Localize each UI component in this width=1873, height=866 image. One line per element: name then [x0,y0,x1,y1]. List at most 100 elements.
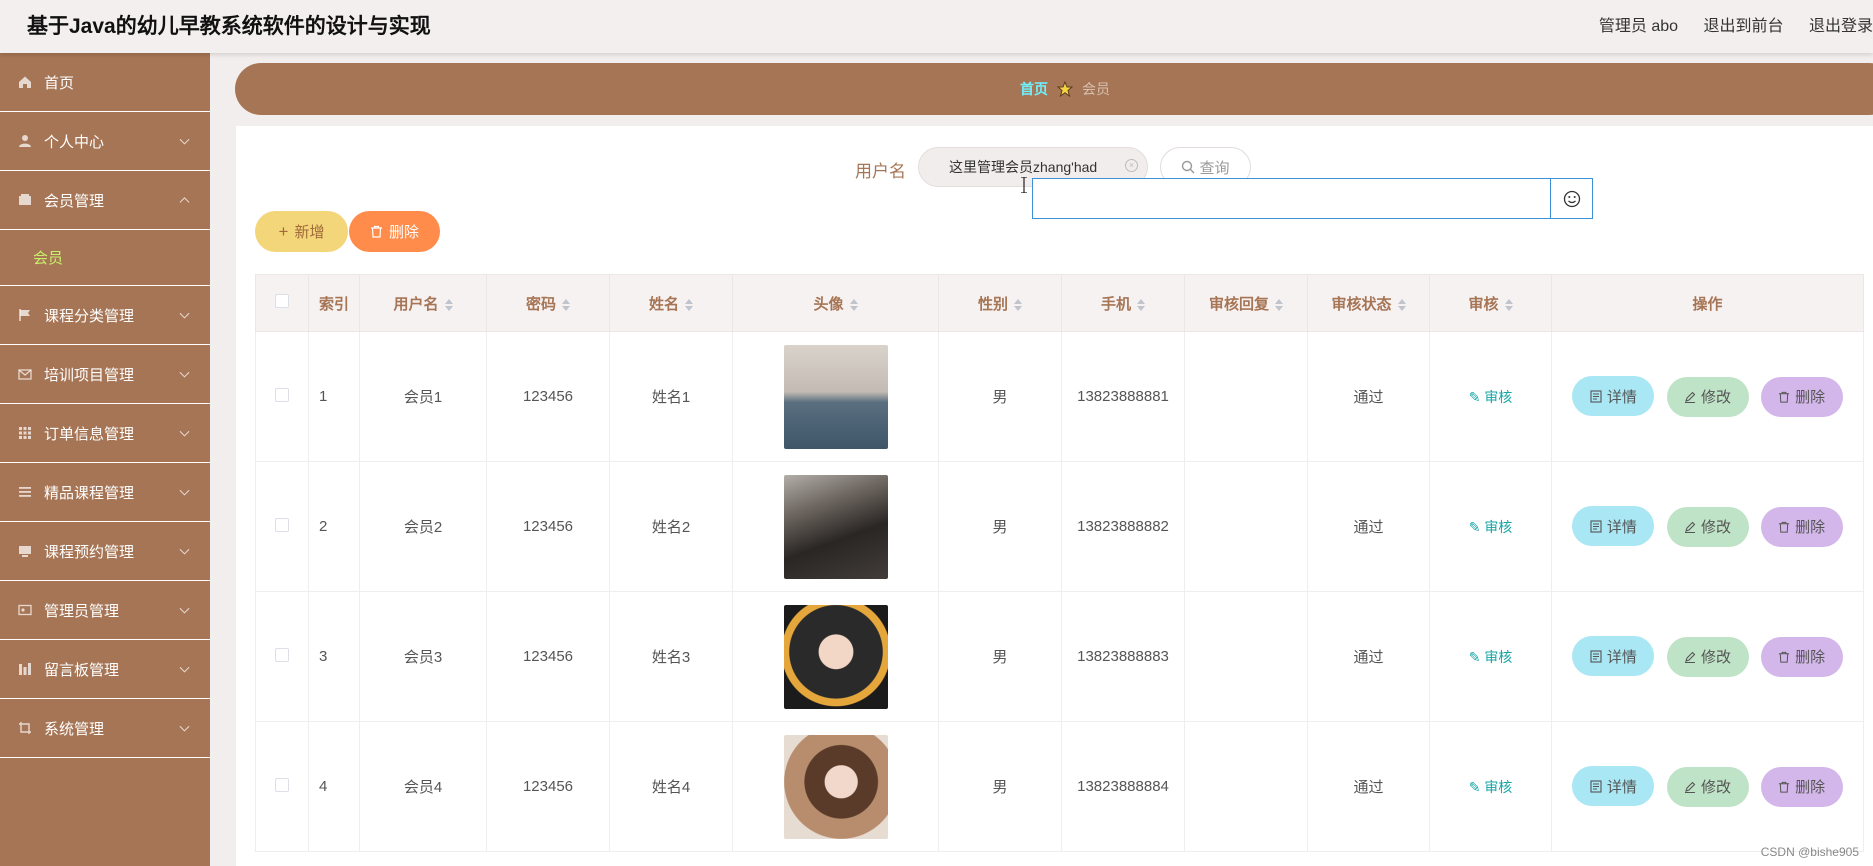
row-select-cell[interactable] [255,331,309,462]
edit-button[interactable]: 修改 [1666,376,1749,417]
delete-button[interactable]: 删除 [1760,376,1843,417]
actions-cell: 详情 修改 删除 [1551,461,1864,592]
document-icon [1590,650,1602,663]
to-front-link[interactable]: 退出到前台 [1704,18,1784,35]
sidebar-item-admin-management[interactable]: 管理员管理 [0,581,210,640]
sidebar-item-system-management[interactable]: 系统管理 [0,699,210,758]
column-label: 审核 [1468,295,1499,313]
chevron-down-icon [179,485,190,496]
column-header-name[interactable]: 姓名 [609,274,733,332]
add-button[interactable]: + 新增 [255,211,348,252]
row-checkbox[interactable] [275,647,289,662]
trash-icon [1779,781,1790,793]
column-header-username[interactable]: 用户名 [359,274,487,332]
sidebar-item-message-board[interactable]: 留言板管理 [0,640,210,699]
delete-button[interactable]: 删除 [1760,766,1843,807]
avatar [783,344,888,449]
avatar-cell [732,331,939,462]
sidebar-subitem-member[interactable]: 会员 [0,230,210,286]
edit-button[interactable]: 修改 [1666,506,1749,547]
audit-link[interactable]: ✎ 审核 [1469,779,1513,795]
batch-delete-button[interactable]: 删除 [349,211,440,252]
column-header-actions: 操作 [1551,274,1864,332]
sort-icon[interactable] [1275,298,1283,311]
chevron-down-icon [179,308,190,319]
column-header-avatar[interactable]: 头像 [732,274,939,332]
delete-label: 删除 [1795,389,1826,407]
sort-icon[interactable] [1137,298,1145,311]
sidebar-item-label: 留言板管理 [44,661,120,679]
logout-link[interactable]: 退出登录 [1809,18,1873,35]
delete-button[interactable]: 删除 [1760,506,1843,547]
app-title: 基于Java的幼儿早教系统软件的设计与实现 [27,15,431,38]
row-checkbox[interactable] [275,517,289,532]
detail-button[interactable]: 详情 [1572,506,1655,547]
sidebar-item-label: 精品课程管理 [44,484,135,502]
avatar-cell [732,591,939,722]
index-cell: 3 [308,591,360,722]
column-label: 审核回复 [1208,295,1269,313]
sidebar-item-home[interactable]: 首页 [0,53,210,112]
sidebar-item-training-project[interactable]: 培训项目管理 [0,345,210,404]
audit-link[interactable]: ✎ 审核 [1469,649,1513,665]
sort-icon[interactable] [444,298,453,311]
pencil-icon [1684,651,1696,663]
column-header-phone[interactable]: 手机 [1061,274,1185,332]
mail-icon [18,369,32,380]
row-checkbox[interactable] [275,777,289,792]
row-select-cell[interactable] [255,461,309,592]
list-icon [19,487,31,497]
audit-link[interactable]: ✎ 审核 [1469,519,1513,535]
clear-icon[interactable]: × [1125,159,1138,172]
delete-button[interactable]: 删除 [1760,636,1843,677]
column-header-gender[interactable]: 性别 [938,274,1062,332]
table-row: 2 会员2 123456 姓名2 男 13823888882 通过 ✎ 审核 详… [255,461,1864,592]
table-row: 4 会员4 123456 姓名4 男 13823888884 通过 ✎ 审核 详… [255,721,1864,852]
ime-input-box[interactable] [1032,178,1593,219]
breadcrumb-home[interactable]: 首页 [1020,79,1048,99]
emoji-button[interactable] [1550,179,1592,218]
sort-icon[interactable] [1504,298,1513,311]
row-checkbox[interactable] [275,387,289,402]
detail-button[interactable]: 详情 [1572,376,1655,417]
sidebar-item-course-category[interactable]: 课程分类管理 [0,286,210,345]
member-table: 索引 用户名 密码 姓名 头像 性别 手机 审核回复 审核状态 审核 操作 1 … [255,274,1864,852]
audit-label: 审核 [1484,648,1513,665]
sidebar-item-member-management[interactable]: 会员管理 [0,171,210,230]
sidebar-item-personal-center[interactable]: 个人中心 [0,112,210,171]
detail-button[interactable]: 详情 [1572,766,1655,807]
edit-button[interactable]: 修改 [1666,636,1749,677]
sidebar-item-premium-course[interactable]: 精品课程管理 [0,463,210,522]
header-actions: 管理员 abo 退出到前台 退出登录 [1578,12,1873,36]
chevron-down-icon [179,603,190,614]
audit-link[interactable]: ✎ 审核 [1469,389,1513,405]
sort-icon[interactable] [562,298,570,311]
phone-cell: 13823888884 [1061,721,1185,852]
password-cell: 123456 [486,331,610,462]
column-header-audit-status[interactable]: 审核状态 [1307,274,1430,332]
edit-label: 修改 [1700,519,1731,537]
detail-button[interactable]: 详情 [1572,636,1655,677]
select-all-header[interactable] [255,274,309,332]
column-header-audit-reply[interactable]: 审核回复 [1184,274,1308,332]
sort-icon[interactable] [849,298,858,311]
row-select-cell[interactable] [255,591,309,722]
sidebar-item-order-info[interactable]: 订单信息管理 [0,404,210,463]
sort-icon[interactable] [1014,298,1022,311]
document-icon [1590,520,1602,533]
avatar [783,604,888,709]
audit-status-cell: 通过 [1307,331,1430,462]
column-header-audit[interactable]: 审核 [1429,274,1552,332]
edit-button[interactable]: 修改 [1666,766,1749,807]
sort-icon[interactable] [685,298,693,311]
delete-label: 删除 [1795,779,1826,797]
actions-cell: 详情 修改 删除 [1551,331,1864,462]
audit-status-cell: 通过 [1307,461,1430,592]
row-select-cell[interactable] [255,721,309,852]
name-cell: 姓名4 [609,721,733,852]
sidebar-item-label: 培训项目管理 [44,366,135,384]
sidebar-item-course-booking[interactable]: 课程预约管理 [0,522,210,581]
column-header-password[interactable]: 密码 [486,274,610,332]
select-all-checkbox[interactable] [275,294,289,308]
sort-icon[interactable] [1397,298,1406,311]
